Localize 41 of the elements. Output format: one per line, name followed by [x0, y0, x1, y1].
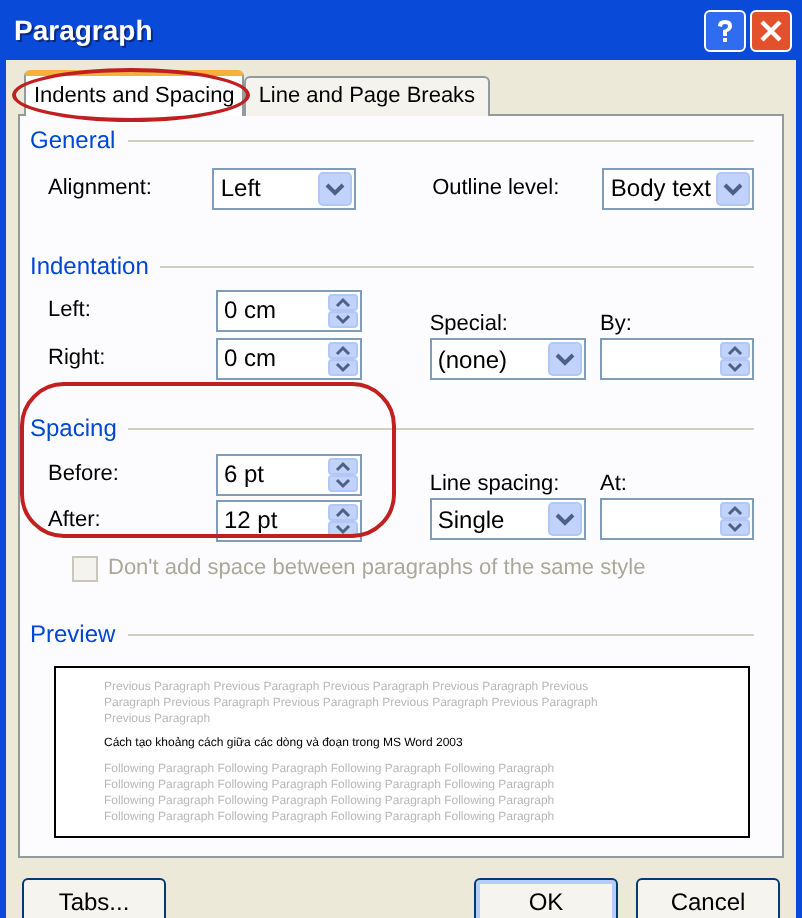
- field-label: By:: [600, 310, 634, 338]
- section-title: General: [30, 124, 116, 158]
- spin-field[interactable]: 12 pt: [216, 499, 362, 541]
- close-button[interactable]: [750, 9, 792, 51]
- field-label: At:: [600, 470, 629, 498]
- spin-arrows-icon: [328, 293, 358, 327]
- field-label: Left:: [48, 295, 93, 326]
- checkbox-label: Don't add space between paragraphs of the same style: [108, 553, 646, 584]
- section-title: Spacing: [30, 412, 117, 446]
- spin-field[interactable]: 6 pt: [216, 453, 362, 495]
- dialog-button[interactable]: OK: [474, 878, 618, 918]
- field-label: Alignment:: [48, 173, 154, 204]
- dropdown[interactable]: Body text: [602, 167, 755, 209]
- field-label: Special:: [429, 310, 510, 338]
- spin-arrows-icon: [328, 503, 358, 537]
- close-icon: [760, 19, 782, 41]
- dropdown[interactable]: (none): [429, 338, 586, 380]
- section-title: Indentation: [30, 250, 149, 284]
- dropdown[interactable]: Left: [212, 167, 357, 209]
- help-button[interactable]: [704, 9, 746, 51]
- spin-arrows-icon: [720, 342, 750, 376]
- spin-field[interactable]: 0 cm: [216, 337, 362, 379]
- spin-arrows-icon: [328, 457, 358, 491]
- dropdown[interactable]: Single: [429, 498, 586, 540]
- tab[interactable]: Line and Page Breaks: [244, 76, 490, 116]
- spin-field[interactable]: [600, 338, 754, 380]
- section-title: Preview: [30, 618, 116, 652]
- dialog-button[interactable]: Cancel: [636, 878, 780, 918]
- field-label: Line spacing:: [429, 470, 562, 498]
- help-icon: [714, 17, 736, 43]
- spin-arrows-icon: [720, 502, 750, 536]
- spin-arrows-icon: [328, 341, 358, 375]
- field-label: After:: [48, 505, 103, 536]
- window-title: Paragraph: [14, 11, 153, 50]
- tab[interactable]: Indents and Spacing: [24, 70, 245, 116]
- field-label: Before:: [48, 459, 121, 490]
- dialog-button[interactable]: Tabs...: [22, 878, 166, 918]
- field-label: Outline level:: [432, 173, 562, 204]
- spin-field[interactable]: [600, 498, 754, 540]
- spin-field[interactable]: 0 cm: [216, 289, 362, 331]
- field-label: Right:: [48, 343, 108, 374]
